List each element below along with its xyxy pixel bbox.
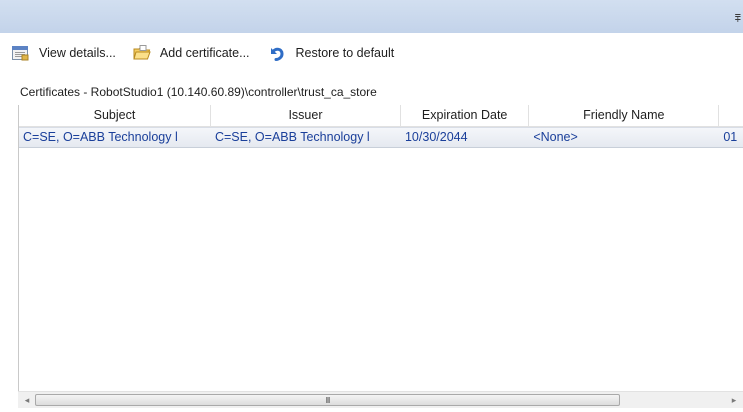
add-certificate-label: Add certificate... <box>159 45 250 60</box>
cell-subject: C=SE, O=ABB Technology l <box>23 130 178 144</box>
certificate-store-path: Certificates - RobotStudio1 (10.140.60.8… <box>20 85 377 99</box>
cell-expiration-date: 10/30/2044 <box>404 130 468 144</box>
scroll-left-icon[interactable]: ◂ <box>21 394 33 406</box>
table-row[interactable]: C=SE, O=ABB Technology l C=SE, O=ABB Tec… <box>19 127 743 148</box>
view-details-icon <box>12 44 30 62</box>
open-folder-icon <box>133 44 151 62</box>
scroll-right-icon[interactable]: ▸ <box>728 394 740 406</box>
restore-default-label: Restore to default <box>295 45 395 60</box>
scrollbar-thumb[interactable]: III <box>35 394 620 406</box>
certificate-window: ⩱ View details... Add certificate... Res… <box>0 0 743 412</box>
view-details-label: View details... <box>39 45 116 60</box>
column-header-expiration-date[interactable]: Expiration Date <box>401 105 530 126</box>
horizontal-scrollbar[interactable]: ◂ III ▸ <box>18 391 743 408</box>
toolbar: View details... Add certificate... Resto… <box>0 33 743 72</box>
undo-arrow-icon <box>267 44 285 62</box>
column-header-friendly-name[interactable]: Friendly Name <box>529 105 720 126</box>
cell-extra: 01 <box>723 130 738 144</box>
title-strip: ⩱ <box>0 0 743 33</box>
column-header-subject[interactable]: Subject <box>19 105 211 126</box>
grid-header: Subject Issuer Expiration Date Friendly … <box>19 105 743 127</box>
view-details-button[interactable]: View details... <box>12 41 116 65</box>
cell-issuer: C=SE, O=ABB Technology l <box>214 130 370 144</box>
cell-friendly-name: <None> <box>533 130 578 144</box>
column-header-extra[interactable] <box>719 105 743 126</box>
restore-default-button[interactable]: Restore to default <box>267 41 395 65</box>
add-certificate-button[interactable]: Add certificate... <box>133 41 250 65</box>
scrollbar-grip-icon: III <box>325 396 331 405</box>
column-header-issuer[interactable]: Issuer <box>211 105 401 126</box>
pin-icon[interactable]: ⩱ <box>735 14 741 25</box>
certificates-grid[interactable]: Subject Issuer Expiration Date Friendly … <box>18 105 743 408</box>
